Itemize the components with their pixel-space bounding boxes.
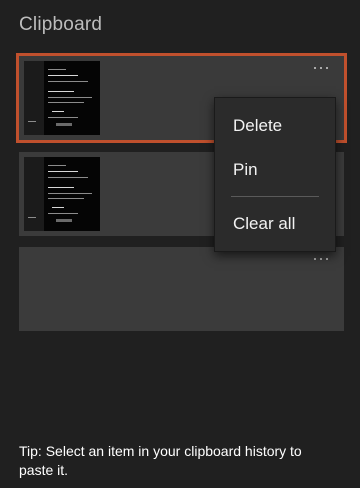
menu-separator xyxy=(231,196,319,197)
tip-text: Tip: Select an item in your clipboard hi… xyxy=(19,443,302,478)
more-horizontal-icon[interactable] xyxy=(314,256,328,262)
more-horizontal-icon[interactable] xyxy=(314,65,328,71)
screenshot-thumbnail xyxy=(24,61,100,135)
panel-title: Clipboard xyxy=(19,14,103,35)
menu-item-clear-all[interactable]: Clear all xyxy=(215,210,335,238)
context-menu: Delete Pin Clear all xyxy=(214,97,336,252)
menu-item-delete[interactable]: Delete xyxy=(215,112,335,140)
clipboard-item-3[interactable] xyxy=(19,247,344,331)
screenshot-thumbnail xyxy=(24,157,100,231)
menu-item-pin[interactable]: Pin xyxy=(215,156,335,184)
